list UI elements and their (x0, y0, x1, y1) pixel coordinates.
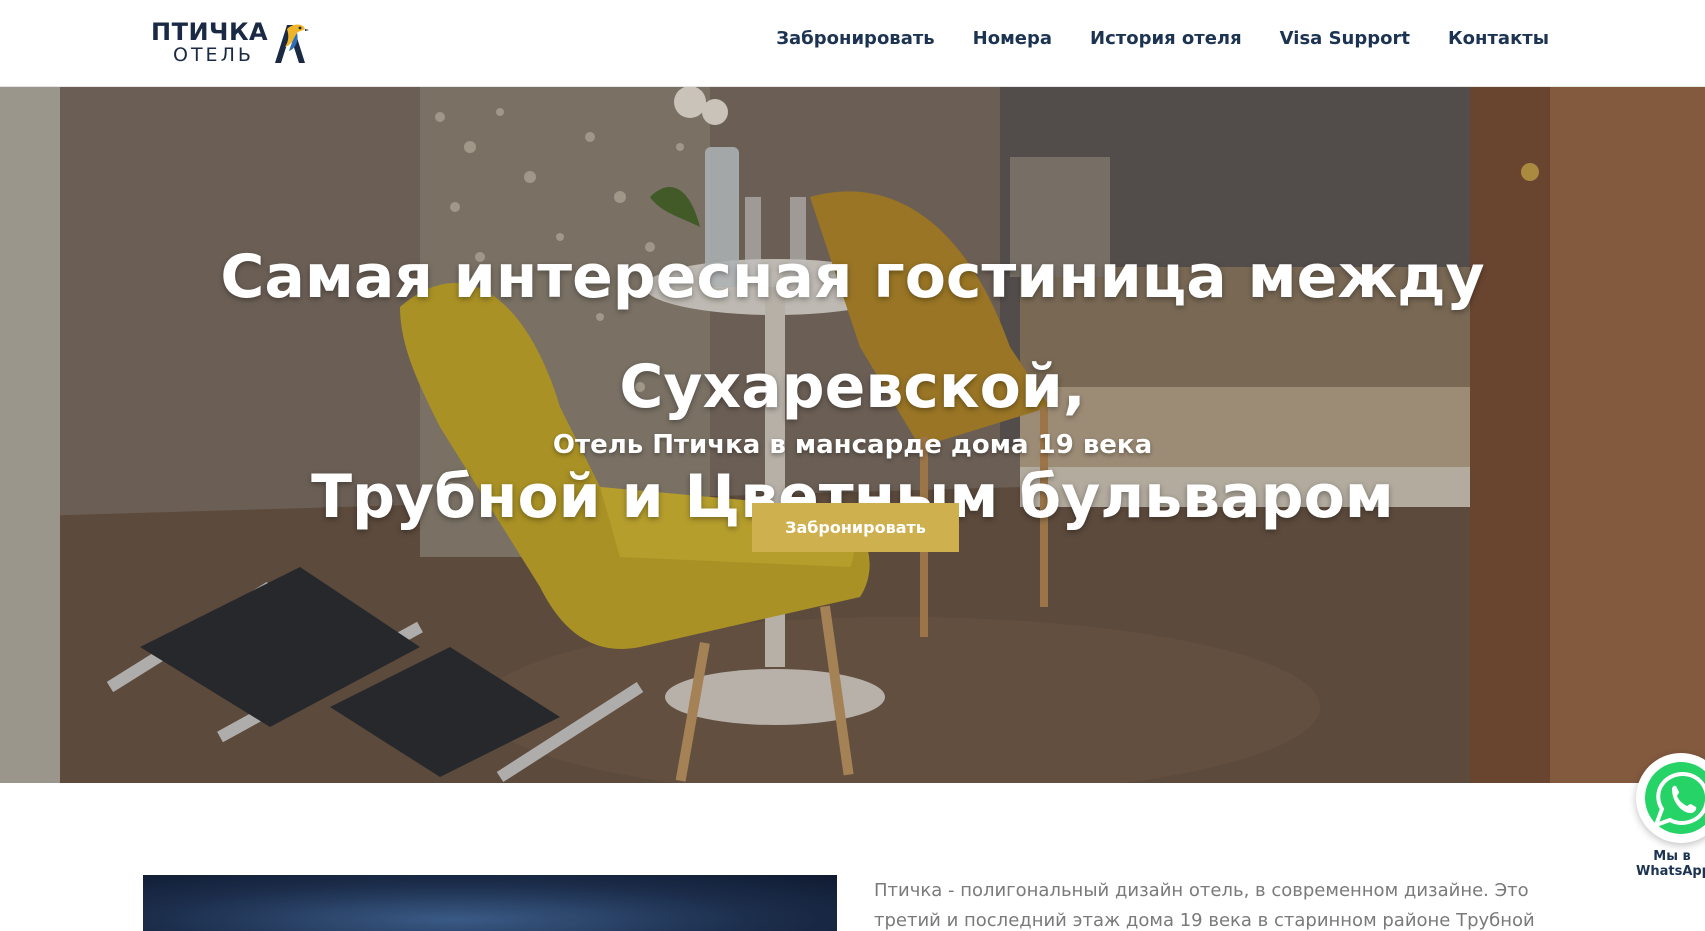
nav-book[interactable]: Забронировать (776, 28, 934, 49)
hotel-logo[interactable]: ПТИЧКА ОТЕЛЬ (151, 18, 311, 68)
hero-section: Самая интересная гостиница между Сухарев… (0, 87, 1705, 783)
nav-rooms[interactable]: Номера (973, 28, 1052, 49)
nav-visa-support[interactable]: Visa Support (1280, 28, 1410, 49)
whatsapp-widget[interactable]: Мы в WhatsApp (1636, 753, 1705, 883)
nav-contacts[interactable]: Контакты (1448, 28, 1549, 49)
logo-title: ПТИЧКА (151, 18, 269, 46)
whatsapp-icon (1645, 762, 1705, 834)
logo-subtitle: ОТЕЛЬ (173, 44, 254, 66)
nav-history[interactable]: История отеля (1090, 28, 1242, 49)
book-button[interactable]: Забронировать (752, 503, 959, 552)
whatsapp-label-line-1: Мы в (1653, 849, 1691, 864)
whatsapp-label-line-2: WhatsApp (1636, 864, 1705, 879)
about-text-line-2: третий и последний этаж дома 19 века в с… (874, 910, 1535, 931)
hero-title-line-1: Самая интересная гостиница между Сухарев… (220, 242, 1485, 422)
about-text: Птичка - полигональный дизайн отель, в с… (874, 876, 1554, 931)
whatsapp-label: Мы в WhatsApp (1636, 849, 1705, 879)
intro-media[interactable] (143, 875, 837, 931)
about-text-line-1: Птичка - полигональный дизайн отель, в с… (874, 880, 1529, 901)
hero-subtitle: Отель Птичка в мансарде дома 19 века (552, 430, 1153, 460)
whatsapp-button[interactable] (1636, 753, 1705, 843)
bird-logo-icon (275, 24, 309, 63)
main-nav: Забронировать Номера История отеля Visa … (776, 28, 1549, 49)
site-header: ПТИЧКА ОТЕЛЬ Забронировать Номера Истори… (0, 0, 1705, 87)
